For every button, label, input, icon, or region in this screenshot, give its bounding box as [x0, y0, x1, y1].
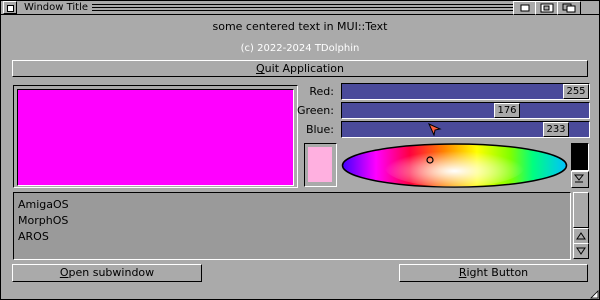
list-item[interactable]: AROS	[18, 229, 49, 244]
scroll-down-button[interactable]	[573, 243, 589, 259]
window-title: Window Title	[20, 1, 93, 14]
red-label: Red:	[309, 85, 334, 98]
resize-grip-icon[interactable]	[590, 290, 599, 299]
app-window: Window Title some centered text in MUI::…	[0, 0, 600, 300]
quit-mnemonic: Q	[256, 62, 265, 75]
iconify-gadget[interactable]	[513, 1, 537, 15]
red-slider[interactable]: 255	[341, 83, 590, 100]
color-preview-swatch	[17, 89, 294, 186]
open-mnemonic: O	[59, 266, 69, 279]
depth-gadget[interactable]	[557, 1, 581, 15]
color-wheel[interactable]	[340, 142, 569, 189]
quit-button[interactable]: Quit Application	[12, 60, 588, 77]
os-list[interactable]: AmigaOS MorphOS AROS	[13, 192, 571, 260]
quit-label: uit Application	[264, 62, 344, 75]
arrow-up-icon	[576, 232, 586, 240]
list-item[interactable]: MorphOS	[18, 213, 68, 228]
blue-slider[interactable]: 233	[341, 121, 590, 138]
green-label: Green:	[296, 104, 334, 117]
arrow-down-icon	[576, 247, 586, 255]
list-scrollbar-knob[interactable]	[573, 192, 589, 228]
zoom-gadget[interactable]	[535, 1, 559, 15]
green-slider-knob[interactable]: 176	[494, 103, 520, 118]
blue-label: Blue:	[305, 123, 334, 136]
brightness-arrow-button[interactable]	[571, 171, 589, 188]
open-subwindow-button[interactable]: Open subwindow	[12, 264, 202, 282]
close-gadget[interactable]	[3, 1, 17, 14]
blue-slider-knob[interactable]: 233	[543, 122, 569, 137]
title-bar[interactable]: Window Title	[1, 1, 599, 15]
copyright-text: (c) 2022-2024 TDolphin	[240, 43, 360, 54]
open-label: pen subwindow	[68, 266, 155, 279]
green-slider[interactable]: 176	[341, 102, 590, 119]
scroll-up-button[interactable]	[573, 228, 589, 244]
list-item[interactable]: AmigaOS	[18, 197, 69, 212]
small-color-swatch[interactable]	[304, 143, 337, 187]
header-text: some centered text in MUI::Text	[212, 20, 388, 33]
mouse-pointer-icon	[428, 123, 442, 136]
red-slider-knob[interactable]: 255	[563, 84, 589, 99]
right-button[interactable]: Right Button	[399, 264, 588, 282]
small-color-fill	[308, 147, 332, 182]
brightness-gradient[interactable]	[571, 143, 589, 171]
chevron-down-icon	[573, 174, 585, 183]
color-preview-frame	[13, 85, 298, 188]
right-label: ight Button	[466, 266, 529, 279]
title-bar-stripes	[83, 4, 515, 11]
